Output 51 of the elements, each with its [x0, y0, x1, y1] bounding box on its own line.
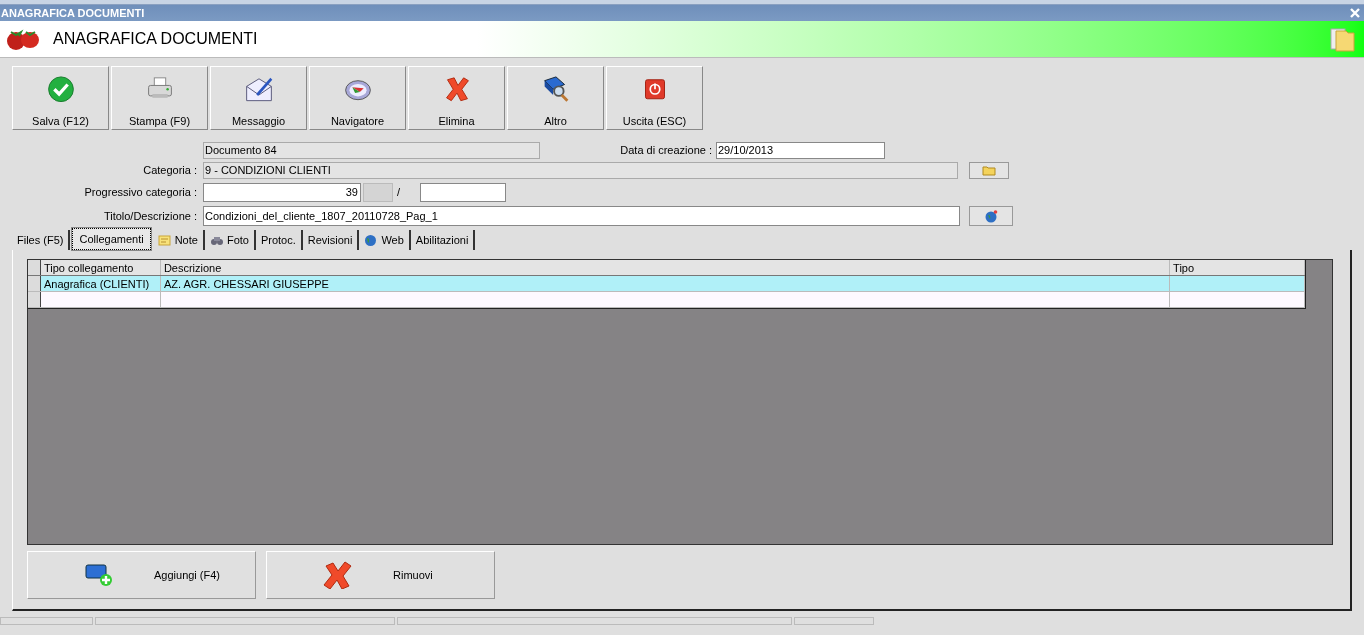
- table-cell: Anagrafica (CLIENTI): [41, 276, 161, 291]
- tab[interactable]: Note: [152, 230, 205, 250]
- date-label: Data di creazione :: [619, 143, 713, 159]
- action-button[interactable]: Aggiungi (F4): [27, 551, 256, 599]
- table-cell: AZ. AGR. CHESSARI GIUSEPPE: [160, 276, 1171, 291]
- window-title: ANAGRAFICA DOCUMENTI: [0, 5, 145, 21]
- envelope-pen-icon: [243, 75, 274, 104]
- column-header[interactable]: Descrizione: [160, 260, 1171, 275]
- check-icon: [45, 75, 76, 104]
- tab[interactable]: Protoc.: [255, 230, 303, 250]
- toolbar-button[interactable]: Navigatore: [309, 66, 406, 130]
- date-field[interactable]: 29/10/2013: [716, 142, 885, 159]
- progressive-suffix-field[interactable]: [420, 183, 506, 202]
- row-header[interactable]: [28, 260, 41, 275]
- tab[interactable]: Foto: [204, 230, 256, 250]
- note-icon: [157, 233, 171, 247]
- progressive-label: Progressivo categoria :: [83, 185, 198, 201]
- category-label: Categoria :: [142, 163, 198, 179]
- toolbar-button[interactable]: Uscita (ESC): [606, 66, 703, 130]
- monitor-plus-icon: [84, 561, 114, 589]
- tab[interactable]: Web: [359, 230, 411, 250]
- title-label: Titolo/Descrizione :: [102, 208, 198, 224]
- column-header[interactable]: Tipo: [1170, 260, 1305, 275]
- globe-button[interactable]: [969, 206, 1013, 226]
- progressive-field[interactable]: 39: [203, 183, 361, 202]
- cross-icon: [323, 561, 353, 589]
- tab[interactable]: Revisioni: [302, 230, 360, 250]
- separator-slash: /: [397, 185, 402, 201]
- toolbar-button[interactable]: Messaggio: [210, 66, 307, 130]
- tab[interactable]: Collegamenti: [72, 228, 151, 250]
- title-field[interactable]: Condizioni_del_cliente_1807_20110728_Pag_1: [203, 206, 960, 226]
- toolbar-button[interactable]: Elimina: [408, 66, 505, 130]
- folder-button[interactable]: [969, 162, 1009, 179]
- row-header[interactable]: [28, 292, 41, 307]
- book-magnifier-icon: [540, 75, 571, 104]
- toolbar-button[interactable]: Altro: [507, 66, 604, 130]
- table-row[interactable]: Anagrafica (CLIENTI) AZ. AGR. CHESSARI GIUSEPPE: [28, 276, 1305, 292]
- globe-icon: [364, 233, 378, 247]
- action-button[interactable]: Rimuovi: [266, 551, 495, 599]
- strawberry-icon: [5, 27, 41, 51]
- column-header[interactable]: Tipo collegamento: [41, 260, 161, 275]
- globe-icon: [984, 209, 998, 223]
- row-header[interactable]: [28, 276, 41, 291]
- category-field: 9 - CONDIZIONI CLIENTI: [203, 162, 958, 179]
- toolbar-button[interactable]: Stampa (F9): [111, 66, 208, 130]
- toolbar-button[interactable]: Salva (F12): [12, 66, 109, 130]
- close-icon[interactable]: [1350, 8, 1360, 18]
- tab[interactable]: Abilitazioni: [410, 230, 476, 250]
- header-title: ANAGRAFICA DOCUMENTI: [53, 29, 258, 49]
- folder-icon: [982, 165, 996, 176]
- document-field: Documento 84: [203, 142, 540, 159]
